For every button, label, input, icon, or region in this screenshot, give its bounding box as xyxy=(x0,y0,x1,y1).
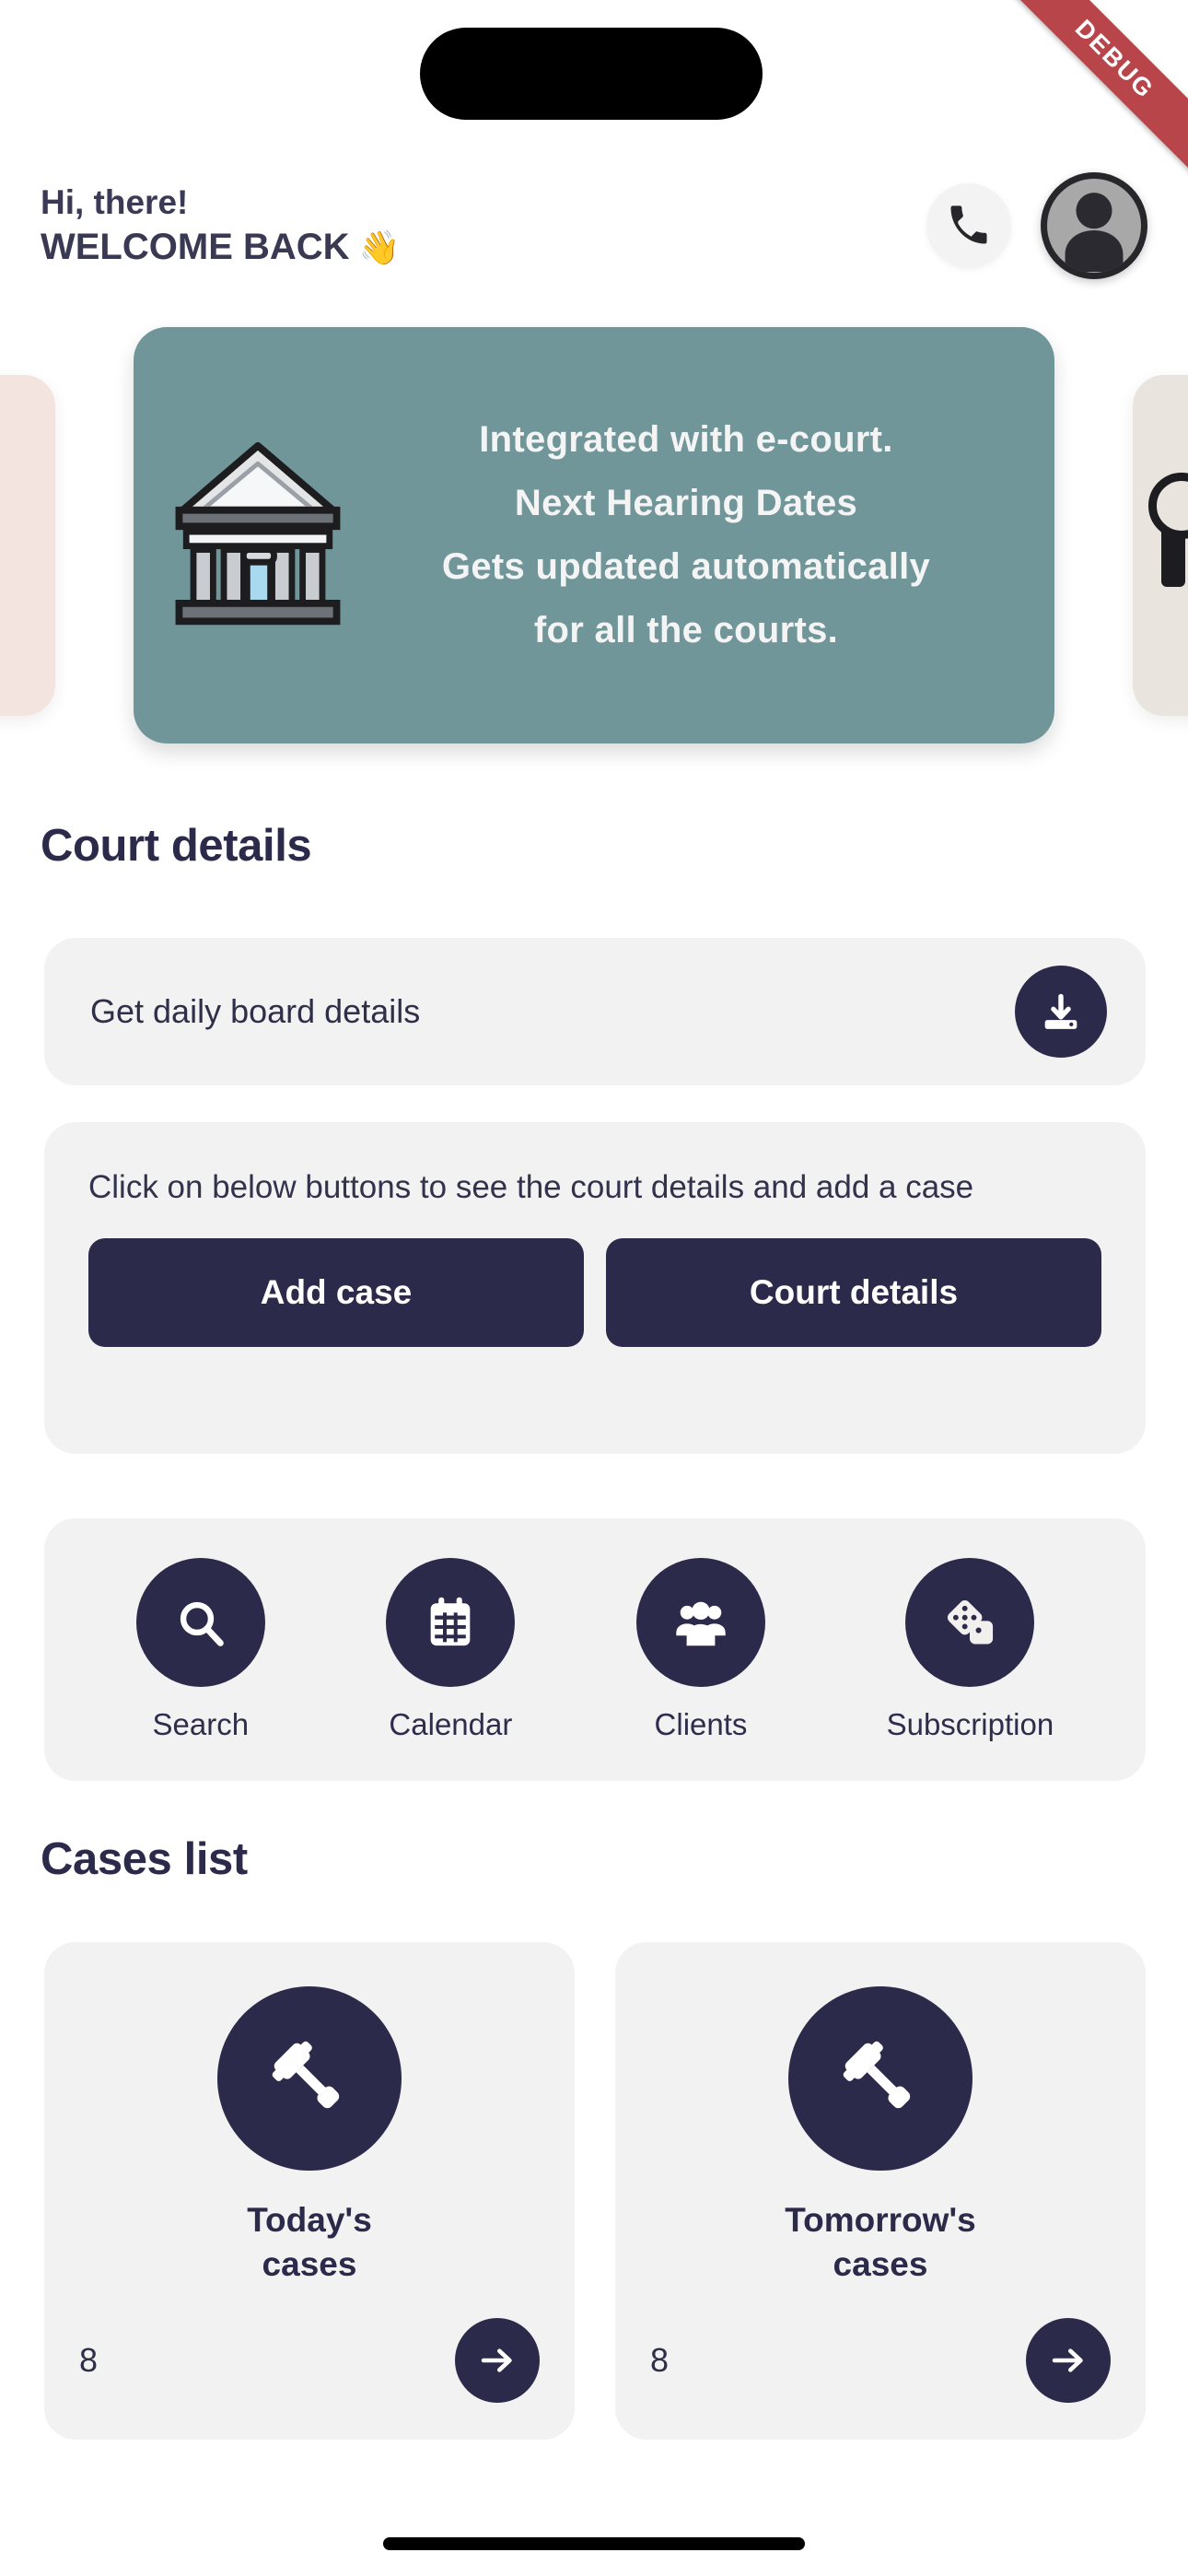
header-actions xyxy=(926,172,1147,279)
gavel-icon-circle-today xyxy=(217,1986,402,2171)
quick-action-label-search: Search xyxy=(152,1706,250,1741)
carousel-peek-right[interactable] xyxy=(1133,375,1188,716)
app-screen: DEBUG Hi, there! WELCOME BACK 👋 Integrat… xyxy=(0,0,1188,2576)
search-icon-circle xyxy=(135,1557,265,1687)
banner-line-1: Integrated with e-court. xyxy=(479,419,893,461)
app-header: Hi, there! WELCOME BACK 👋 xyxy=(0,161,1188,290)
court-actions-card: Click on below buttons to see the court … xyxy=(44,1122,1146,1454)
home-indicator xyxy=(383,2537,805,2550)
daily-board-row[interactable]: Get daily board details xyxy=(44,938,1146,1085)
court-details-section-title: Court details xyxy=(41,821,312,871)
dynamic-island xyxy=(420,28,763,120)
quick-action-label-subscription: Subscription xyxy=(886,1706,1054,1741)
case-open-button-today[interactable] xyxy=(455,2318,540,2403)
waving-hand-icon: 👋 xyxy=(358,228,401,266)
calendar-icon-circle xyxy=(386,1557,516,1687)
courthouse-icon xyxy=(161,439,355,632)
call-button[interactable] xyxy=(926,183,1011,268)
case-card-title-today: Today's cases xyxy=(247,2198,372,2287)
case-title-line1-today: Today's xyxy=(247,2201,372,2239)
greeting-large-row: WELCOME BACK 👋 xyxy=(41,227,400,267)
quick-action-label-calendar: Calendar xyxy=(389,1706,513,1741)
case-card-tomorrow[interactable]: Tomorrow's cases 8 xyxy=(615,1942,1146,2440)
quick-action-label-clients: Clients xyxy=(654,1706,748,1741)
quick-actions-card: Search Calendar Clients Subscription xyxy=(44,1518,1146,1781)
case-title-line2-tomorrow: cases xyxy=(833,2245,928,2284)
court-details-button[interactable]: Court details xyxy=(606,1238,1101,1348)
search-icon xyxy=(180,1601,224,1646)
peek-right-glyph xyxy=(1148,473,1188,587)
phone-icon xyxy=(950,205,987,244)
user-avatar-icon xyxy=(1065,193,1124,272)
banner-line-4: for all the courts. xyxy=(533,609,839,650)
case-card-today[interactable]: Today's cases 8 xyxy=(44,1942,575,2440)
quick-action-clients[interactable]: Clients xyxy=(635,1557,765,1742)
case-count-tomorrow: 8 xyxy=(650,2341,670,2379)
arrow-right-icon xyxy=(481,2348,512,2372)
dice-icon-circle xyxy=(905,1557,1035,1687)
gavel-icon xyxy=(272,2041,340,2109)
quick-action-subscription[interactable]: Subscription xyxy=(886,1557,1054,1742)
court-actions-button-row: Add case Court details xyxy=(88,1238,1101,1348)
greeting-block: Hi, there! WELCOME BACK 👋 xyxy=(41,182,400,267)
add-case-button[interactable]: Add case xyxy=(88,1238,584,1348)
banner-line-2: Next Hearing Dates xyxy=(514,483,858,524)
clients-icon xyxy=(676,1601,726,1645)
greeting-large: WELCOME BACK xyxy=(41,227,350,268)
promo-carousel[interactable]: Integrated with e-court. Next Hearing Da… xyxy=(0,327,1188,746)
case-title-line2-today: cases xyxy=(262,2245,357,2284)
quick-action-calendar[interactable]: Calendar xyxy=(386,1557,516,1742)
promo-banner[interactable]: Integrated with e-court. Next Hearing Da… xyxy=(134,327,1054,744)
download-button[interactable] xyxy=(1015,966,1107,1058)
arrow-right-icon xyxy=(1052,2348,1083,2372)
greeting-small: Hi, there! xyxy=(41,182,189,221)
daily-board-label: Get daily board details xyxy=(90,992,421,1030)
court-actions-hint: Click on below buttons to see the court … xyxy=(88,1169,974,1205)
dice-icon xyxy=(948,1599,994,1644)
gavel-icon xyxy=(843,2041,911,2109)
calendar-icon xyxy=(431,1597,471,1645)
clients-icon-circle xyxy=(635,1557,765,1687)
cases-list-section-title: Cases list xyxy=(41,1834,248,1884)
avatar[interactable] xyxy=(1041,172,1147,279)
case-count-today: 8 xyxy=(79,2341,99,2379)
case-card-footer-tomorrow: 8 xyxy=(650,2318,1111,2403)
quick-action-search[interactable]: Search xyxy=(135,1557,265,1742)
debug-ribbon: DEBUG xyxy=(999,0,1188,175)
download-icon xyxy=(1044,993,1077,1029)
promo-banner-text: Integrated with e-court. Next Hearing Da… xyxy=(355,408,1018,662)
case-card-footer-today: 8 xyxy=(79,2318,540,2403)
case-title-line1-tomorrow: Tomorrow's xyxy=(785,2201,976,2239)
gavel-icon-circle-tomorrow xyxy=(788,1986,973,2171)
case-card-title-tomorrow: Tomorrow's cases xyxy=(785,2198,976,2287)
case-open-button-tomorrow[interactable] xyxy=(1026,2318,1111,2403)
carousel-peek-left[interactable] xyxy=(0,375,55,716)
banner-line-3: Gets updated automatically xyxy=(441,546,931,587)
